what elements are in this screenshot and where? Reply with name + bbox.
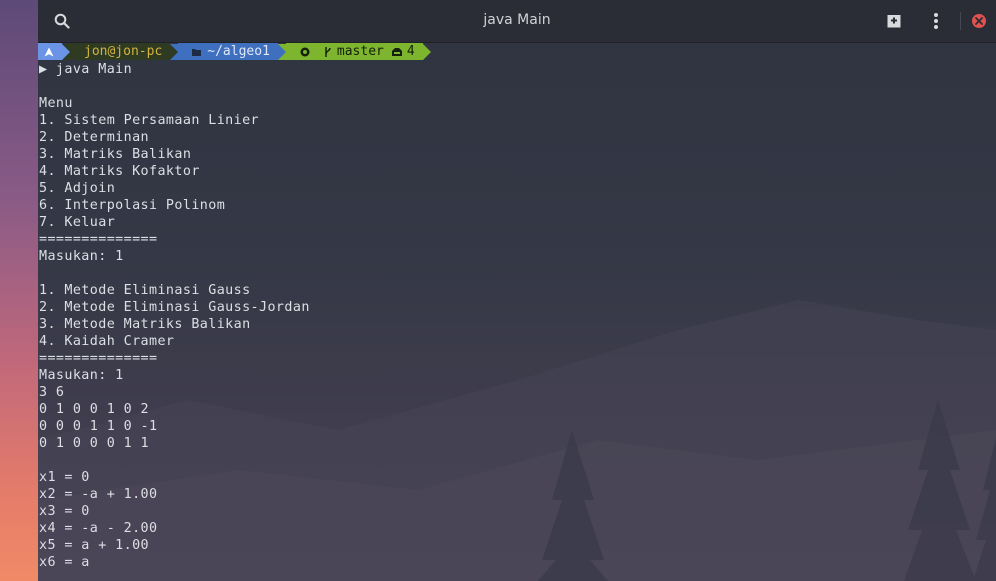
git-branch-name: master xyxy=(336,44,384,59)
terminal-line: ============== xyxy=(39,232,158,247)
terminal-line: Menu xyxy=(39,96,73,111)
new-tab-icon xyxy=(887,15,901,28)
terminal-line: 4. Matriks Kofaktor xyxy=(39,164,200,179)
terminal-line: Masukan: 1 xyxy=(39,249,124,264)
terminal-line: ▶ java Main xyxy=(39,62,133,77)
prompt-os-segment xyxy=(38,43,62,60)
git-stash-count: 4 xyxy=(406,44,415,59)
terminal-line: 7. Keluar xyxy=(39,215,116,230)
folder-icon xyxy=(192,48,202,56)
terminal-line: 4. Kaidah Cramer xyxy=(39,334,175,349)
terminal-line: 0 0 0 1 1 0 -1 xyxy=(39,419,158,434)
terminal-line: Masukan: 1 xyxy=(39,368,124,383)
terminal-line: x4 = -a - 2.00 xyxy=(39,521,158,536)
terminal-line: x1 = 0 xyxy=(39,470,90,485)
terminal-line: 2. Determinan xyxy=(39,130,150,145)
terminal-line: 1. Sistem Persamaan Linier xyxy=(39,113,260,128)
terminal-line: 3. Metode Matriks Balikan xyxy=(39,317,251,332)
terminal-line: 6. Interpolasi Polinom xyxy=(39,198,226,213)
new-tab-button[interactable] xyxy=(882,9,906,33)
terminal-window[interactable]: java Main jon@jon-pc ~/algeo1 master 4 ▶… xyxy=(38,0,996,581)
prompt-user: jon@jon-pc xyxy=(70,43,171,60)
terminal-line: ============== xyxy=(39,351,158,366)
prompt-git-segment: master 4 xyxy=(285,43,423,60)
terminal-line: x6 = a xyxy=(39,555,90,570)
terminal-output[interactable]: ▶ java Main Menu 1. Sistem Persamaan Linie… xyxy=(39,61,310,571)
close-icon xyxy=(972,14,986,28)
close-button[interactable] xyxy=(967,9,991,33)
terminal-line: x2 = -a + 1.00 xyxy=(39,487,158,502)
prompt-separator xyxy=(62,43,70,60)
terminal-line: 0 1 0 0 0 1 1 xyxy=(39,436,150,451)
terminal-line: 5. Adjoin xyxy=(39,181,116,196)
title-bar[interactable]: java Main xyxy=(38,0,996,43)
titlebar-separator xyxy=(960,12,961,30)
terminal-line: 3 6 xyxy=(39,385,65,400)
stash-icon xyxy=(391,48,402,56)
terminal-line: 2. Metode Eliminasi Gauss-Jordan xyxy=(39,300,310,315)
terminal-line: x3 = 0 xyxy=(39,504,90,519)
git-branch-icon xyxy=(325,46,331,57)
prompt-directory: ~/algeo1 xyxy=(207,44,270,59)
prompt-separator xyxy=(170,43,179,60)
github-icon xyxy=(300,47,310,56)
shell-prompt: jon@jon-pc ~/algeo1 master 4 xyxy=(38,43,431,60)
terminal-line: 3. Matriks Balikan xyxy=(39,147,192,162)
terminal-line: 1. Metode Eliminasi Gauss xyxy=(39,283,251,298)
terminal-line: x5 = a + 1.00 xyxy=(39,538,150,553)
prompt-directory-segment: ~/algeo1 xyxy=(178,43,278,60)
arch-linux-icon xyxy=(44,47,54,56)
terminal-line: 0 1 0 0 1 0 2 xyxy=(39,402,150,417)
kebab-menu-icon xyxy=(934,13,938,29)
prompt-separator xyxy=(277,43,286,60)
prompt-separator xyxy=(422,43,431,60)
window-title: java Main xyxy=(483,12,551,28)
desktop-background-strip xyxy=(0,0,38,581)
menu-button[interactable] xyxy=(924,9,948,33)
